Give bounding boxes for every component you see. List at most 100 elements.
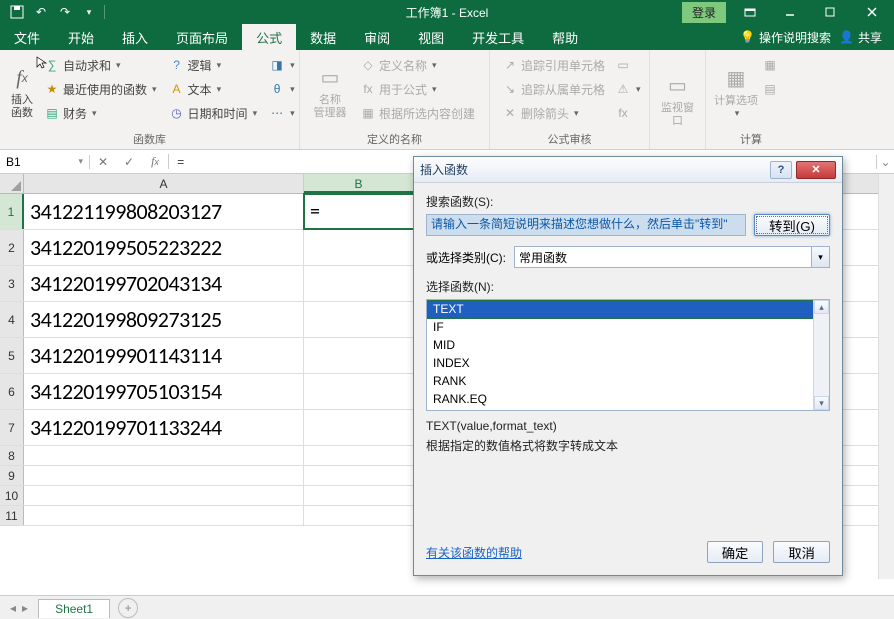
function-list-item[interactable]: IF xyxy=(427,318,829,336)
row-header[interactable]: 11 xyxy=(0,506,24,525)
tab-page-layout[interactable]: 页面布局 xyxy=(162,24,242,50)
more-functions-button[interactable]: ⋯▾ xyxy=(265,102,299,124)
name-box[interactable]: B1 ▾ xyxy=(0,155,90,169)
sheet-nav-prev-icon[interactable]: ◂ xyxy=(10,601,16,615)
function-list-item[interactable]: RANK.EQ xyxy=(427,390,829,408)
column-header-b[interactable]: B xyxy=(304,174,414,193)
row-header[interactable]: 7 xyxy=(0,410,24,445)
cell[interactable]: 341220199705103154 xyxy=(24,374,304,409)
cell[interactable] xyxy=(24,486,304,505)
row-header[interactable]: 8 xyxy=(0,446,24,465)
cell[interactable] xyxy=(304,374,414,409)
sheet-tab-1[interactable]: Sheet1 xyxy=(38,599,110,618)
cell[interactable]: 341221199808203127 xyxy=(24,194,304,229)
scroll-up-icon[interactable]: ▴ xyxy=(814,300,829,314)
recent-functions-button[interactable]: ★最近使用的函数▾ xyxy=(40,78,161,100)
login-button[interactable]: 登录 xyxy=(682,2,726,23)
maximize-button[interactable] xyxy=(810,0,850,24)
insert-function-button[interactable]: fx 插入函数 xyxy=(8,54,36,129)
show-formulas-button[interactable]: ▭ xyxy=(611,54,645,76)
row-header[interactable]: 3 xyxy=(0,266,24,301)
cancel-button[interactable]: 取消 xyxy=(773,541,830,563)
row-header[interactable]: 6 xyxy=(0,374,24,409)
logical-button[interactable]: ?逻辑▾ xyxy=(165,54,262,76)
enter-formula-icon[interactable]: ✓ xyxy=(116,155,142,169)
cell[interactable]: = xyxy=(304,194,414,229)
cell[interactable] xyxy=(304,230,414,265)
function-list-item[interactable]: RANK xyxy=(427,372,829,390)
row-header[interactable]: 4 xyxy=(0,302,24,337)
search-function-input[interactable]: 请输入一条简短说明来描述您想做什么，然后单击"转到" xyxy=(426,214,746,236)
row-header[interactable]: 5 xyxy=(0,338,24,373)
tab-review[interactable]: 审阅 xyxy=(350,24,404,50)
cell[interactable]: 341220199702043134 xyxy=(24,266,304,301)
datetime-button[interactable]: ◷日期和时间▾ xyxy=(165,102,262,124)
cell[interactable] xyxy=(304,466,414,485)
math-button[interactable]: θ▾ xyxy=(265,78,299,100)
redo-icon[interactable]: ↷ xyxy=(54,2,76,22)
sheet-nav-next-icon[interactable]: ▸ xyxy=(22,601,28,615)
name-box-dropdown-icon[interactable]: ▾ xyxy=(78,156,83,167)
name-manager-button[interactable]: ▭ 名称 管理器 xyxy=(308,54,352,129)
tab-insert[interactable]: 插入 xyxy=(108,24,162,50)
listbox-scrollbar[interactable]: ▴ ▾ xyxy=(813,300,829,410)
calc-now-button[interactable]: ▦ xyxy=(758,54,782,76)
trace-precedents-button[interactable]: ↗追踪引用单元格 xyxy=(498,54,609,76)
formula-bar-expand-icon[interactable]: ⌄ xyxy=(876,155,894,169)
calc-sheet-button[interactable]: ▤ xyxy=(758,78,782,100)
error-check-button[interactable]: ⚠▾ xyxy=(611,78,645,100)
cell[interactable] xyxy=(24,506,304,525)
function-list-item[interactable]: TEXT xyxy=(427,300,829,318)
calc-options-button[interactable]: ▦ 计算选项 ▾ xyxy=(714,54,758,129)
go-button[interactable]: 转到(G) xyxy=(754,214,830,236)
new-sheet-button[interactable]: + xyxy=(118,598,138,618)
use-in-formula-button[interactable]: fx用于公式▾ xyxy=(356,78,479,100)
close-button[interactable] xyxy=(850,0,894,24)
vertical-scrollbar[interactable] xyxy=(878,174,894,579)
function-help-link[interactable]: 有关该函数的帮助 xyxy=(426,544,522,561)
create-from-selection-button[interactable]: ▦根据所选内容创建 xyxy=(356,102,479,124)
cell[interactable]: 341220199701133244 xyxy=(24,410,304,445)
row-header[interactable]: 10 xyxy=(0,486,24,505)
evaluate-formula-button[interactable]: fx xyxy=(611,102,645,124)
cell[interactable] xyxy=(304,410,414,445)
tab-home[interactable]: 开始 xyxy=(54,24,108,50)
cell[interactable]: 341220199505223222 xyxy=(24,230,304,265)
fx-button[interactable]: fx xyxy=(142,154,168,169)
category-select[interactable]: 常用函数 ▾ xyxy=(514,246,830,268)
undo-icon[interactable]: ↶ xyxy=(30,2,52,22)
tab-developer[interactable]: 开发工具 xyxy=(458,24,538,50)
cell[interactable] xyxy=(304,446,414,465)
financial-button[interactable]: ▤财务▾ xyxy=(40,102,161,124)
tab-formulas[interactable]: 公式 xyxy=(242,24,296,50)
row-header[interactable]: 2 xyxy=(0,230,24,265)
tab-file[interactable]: 文件 xyxy=(0,24,54,50)
tab-view[interactable]: 视图 xyxy=(404,24,458,50)
tab-data[interactable]: 数据 xyxy=(296,24,350,50)
function-listbox[interactable]: TEXTIFMIDINDEXRANKRANK.EQRANK.AVG ▴ ▾ xyxy=(426,299,830,411)
row-header[interactable]: 1 xyxy=(0,194,24,229)
define-name-button[interactable]: ◇定义名称▾ xyxy=(356,54,479,76)
autosum-button[interactable]: ∑自动求和▾ xyxy=(40,54,161,76)
ribbon-options-icon[interactable] xyxy=(730,0,770,24)
cell[interactable] xyxy=(304,302,414,337)
minimize-button[interactable] xyxy=(770,0,810,24)
row-header[interactable]: 9 xyxy=(0,466,24,485)
qat-customize-icon[interactable]: ▾ xyxy=(78,2,100,22)
cell[interactable]: 341220199809273125 xyxy=(24,302,304,337)
scroll-down-icon[interactable]: ▾ xyxy=(814,396,829,410)
cell[interactable] xyxy=(304,338,414,373)
trace-dependents-button[interactable]: ↘追踪从属单元格 xyxy=(498,78,609,100)
cell[interactable] xyxy=(24,446,304,465)
lookup-button[interactable]: ◨▾ xyxy=(265,54,299,76)
text-button[interactable]: A文本▾ xyxy=(165,78,262,100)
watch-window-button[interactable]: ▭ 监视窗口 xyxy=(658,54,697,145)
share-button[interactable]: 👤 共享 xyxy=(839,29,882,46)
ok-button[interactable]: 确定 xyxy=(707,541,764,563)
dialog-titlebar[interactable]: 插入函数 ? ✕ xyxy=(414,157,842,183)
cell[interactable] xyxy=(304,486,414,505)
save-icon[interactable] xyxy=(6,2,28,22)
cell[interactable] xyxy=(24,466,304,485)
cancel-formula-icon[interactable]: ✕ xyxy=(90,155,116,169)
cell[interactable] xyxy=(304,506,414,525)
